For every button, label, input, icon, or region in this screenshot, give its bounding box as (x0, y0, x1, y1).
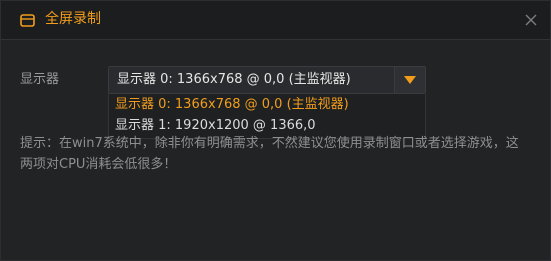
dialog-title: 全屏录制 (45, 11, 101, 27)
close-icon (525, 14, 537, 26)
chevron-down-icon (404, 76, 416, 84)
window-icon (20, 12, 35, 27)
dropdown-toggle[interactable] (394, 67, 425, 93)
display-option-0[interactable]: 显示器 0: 1366x768 @ 0,0 (主监视器) (115, 95, 349, 115)
display-label: 显示器 (20, 72, 60, 87)
display-select[interactable]: 显示器 0: 1366x768 @ 0,0 (主监视器) (108, 66, 426, 94)
fullscreen-record-dialog: 全屏录制 显示器 显示器 0: 1366x768 @ 0,0 (主监视器) 显示… (0, 0, 551, 261)
hint-text: 提示：在win7系统中，除非你有明确需求，不然建议您使用录制窗口或者选择游戏，这… (20, 136, 519, 172)
close-button[interactable] (523, 12, 539, 28)
title-bar: 全屏录制 (1, 1, 550, 40)
display-select-value: 显示器 0: 1366x768 @ 0,0 (主监视器) (117, 72, 351, 87)
